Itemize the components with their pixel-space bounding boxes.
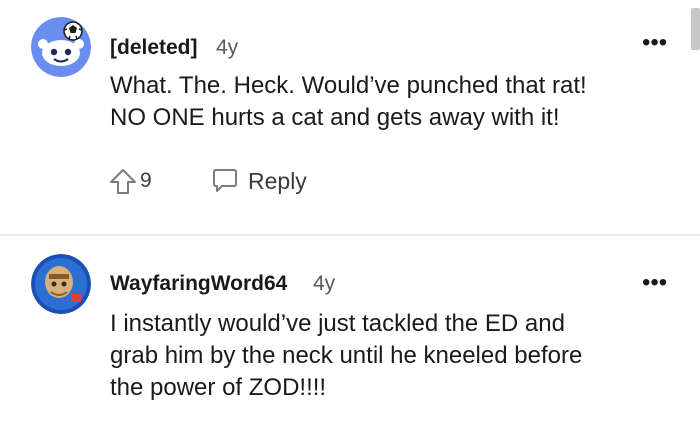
- reply-button[interactable]: Reply: [210, 165, 307, 197]
- upvote-icon[interactable]: [108, 166, 138, 196]
- reply-bubble-icon: [213, 169, 237, 192]
- comment-author[interactable]: [deleted]: [110, 36, 198, 60]
- comment-body-line: What. The. Heck. Would’ve punched that r…: [110, 72, 587, 99]
- comment-body-line: the power of ZOD!!!!: [110, 374, 327, 401]
- user-avatar-icon[interactable]: [31, 254, 91, 314]
- more-options-icon[interactable]: •••: [642, 271, 667, 295]
- comment-body-line: grab him by the neck until he kneeled be…: [110, 342, 583, 369]
- comment-author[interactable]: WayfaringWord64: [110, 272, 287, 296]
- more-options-icon[interactable]: •••: [642, 31, 667, 55]
- comment-divider: [0, 234, 700, 236]
- reply-label: Reply: [248, 167, 307, 194]
- upvote-button[interactable]: 9: [108, 165, 152, 197]
- comment-body: What. The. Heck. Would’ve punched that r…: [110, 70, 670, 134]
- snoo-avatar-icon[interactable]: [31, 17, 91, 77]
- comment-body-line: I instantly would’ve just tackled the ED…: [110, 310, 565, 337]
- comment-body: I instantly would’ve just tackled the ED…: [110, 308, 670, 404]
- scrollbar-thumb[interactable]: [691, 8, 700, 50]
- vote-count: 9: [140, 169, 152, 192]
- comment-body-line: NO ONE hurts a cat and gets away with it…: [110, 104, 560, 131]
- comment-age: 4y: [216, 36, 239, 59]
- comment-age: 4y: [313, 272, 336, 295]
